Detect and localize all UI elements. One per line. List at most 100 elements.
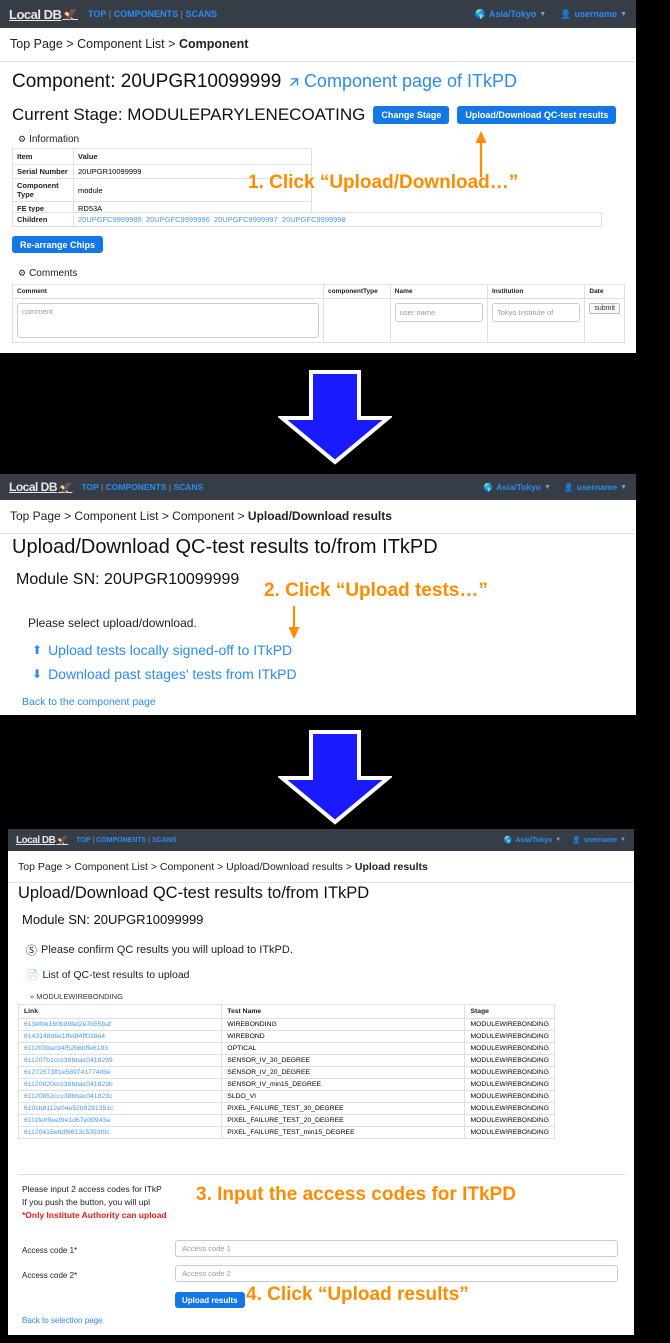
page-title: Component: 20UPGR10099999 xyxy=(12,71,281,93)
child-link-2[interactable]: 20UPGFC9999996 xyxy=(146,215,210,224)
cell-link: 6143148d6e1ffe9f4ff038e4 xyxy=(17,1030,223,1043)
cell-link: 6111fe09eef9e1d67e00943a xyxy=(17,1114,223,1127)
globe-icon: 🌎 xyxy=(474,8,487,19)
breadcrumb-upload-download[interactable]: Upload/Download results xyxy=(226,861,343,873)
submit-button[interactable]: submit xyxy=(589,303,620,314)
result-link[interactable]: 61120852ccc38bbac041823c xyxy=(24,1093,112,1100)
globe-icon: 🌎 xyxy=(483,482,494,492)
nav-link-components[interactable]: COMPONENTS xyxy=(96,837,146,844)
itkpd-component-link[interactable]: 🡭 Component page of ITkPD xyxy=(289,71,517,97)
result-link[interactable]: 610cb8112e04e52b9281351c xyxy=(24,1105,113,1112)
access-code-1-input[interactable]: Access code 1 xyxy=(175,1240,618,1257)
step1-arrow xyxy=(475,131,487,177)
app-logo[interactable]: Local DB 🦅 xyxy=(16,835,69,846)
group-label-modulewirebonding: » MODULEWIREBONDING xyxy=(30,992,123,1001)
table-row: 6111fe09eef9e1d67e00943a PIXEL_FAILURE_T… xyxy=(17,1114,555,1127)
upload-tests-label: Upload tests locally signed-off to ITkPD xyxy=(48,642,293,658)
breadcrumb-component-list[interactable]: Component List xyxy=(77,37,165,51)
nav-links: TOP | COMPONENTS | SCANS xyxy=(76,837,176,844)
result-link[interactable]: 6143148d6e1ffe9f4ff038e4 xyxy=(24,1033,105,1040)
nav-link-scans[interactable]: SCANS xyxy=(152,837,177,844)
change-stage-button[interactable]: Change Stage xyxy=(373,106,450,124)
nav-link-top[interactable]: TOP xyxy=(81,482,98,492)
comment-textarea[interactable]: comment xyxy=(17,303,320,338)
qc-results-table: Link Test Name Stage 613efde160bd9bd2e7b… xyxy=(17,1004,555,1139)
institution-input[interactable]: Tokyo Institute of xyxy=(491,303,581,322)
module-sn-value: 20UPGR10099999 xyxy=(93,912,204,927)
current-stage-value: MODULEPARYLENECOATING xyxy=(127,105,366,124)
breadcrumb-bar: Top Page > Component List > Component xyxy=(0,28,636,62)
nav-link-top[interactable]: TOP xyxy=(88,9,106,19)
breadcrumb-component[interactable]: Component xyxy=(160,861,214,873)
access-code-2-input[interactable]: Access code 2 xyxy=(175,1265,618,1282)
nav-link-scans[interactable]: SCANS xyxy=(174,482,204,492)
breadcrumb-top-page[interactable]: Top Page xyxy=(10,509,61,523)
list-section-label: List of QC-test results to upload xyxy=(42,969,190,981)
itkpd-link-label: Component page of ITkPD xyxy=(303,71,518,91)
component-title-row: Component: 20UPGR10099999 🡭 Component pa… xyxy=(12,71,517,97)
logo-text: Local DB xyxy=(9,480,58,494)
child-link-4[interactable]: 20UPGFC9999998 xyxy=(282,215,346,224)
result-link[interactable]: 61272573ff1e5897417740be xyxy=(24,1069,111,1076)
chevron-down-icon: ▼ xyxy=(620,837,626,843)
name-input[interactable]: user name xyxy=(394,303,483,322)
timezone-selector[interactable]: 🌎 Asia/Tokyo ▼ xyxy=(483,482,551,492)
user-label: username xyxy=(583,836,618,844)
app-logo[interactable]: Local DB 🦅 xyxy=(9,480,73,494)
app-logo[interactable]: Local DB 🦅 xyxy=(9,6,79,22)
file-icon: 📄 xyxy=(26,969,39,981)
cell-link: 610cb8112e04e52b9281351c xyxy=(17,1102,223,1115)
back-to-selection-link[interactable]: Back to selection page xyxy=(22,1316,103,1325)
nav-link-top[interactable]: TOP xyxy=(76,837,90,844)
upload-results-button[interactable]: Upload results xyxy=(175,1292,245,1308)
download-tests-label: Download past stages' tests from ITkPD xyxy=(48,666,297,682)
breadcrumb-component-list[interactable]: Component List xyxy=(74,861,148,873)
upload-download-qc-button[interactable]: Upload/Download QC-test results xyxy=(457,106,617,124)
breadcrumb-component-list[interactable]: Component List xyxy=(74,509,158,523)
cell-link: 6112039ac94f52b6bffe6193 xyxy=(17,1042,223,1055)
child-link-1[interactable]: 20UPGFC9999995 xyxy=(78,215,142,224)
cell-stage: MODULEWIREBONDING xyxy=(464,1018,555,1031)
rearrange-chips-button[interactable]: Re-arrange Chips xyxy=(12,236,104,253)
chevron-down-icon: ▼ xyxy=(555,837,562,843)
result-link[interactable]: 613efde160bd9bd2e7b55baf xyxy=(24,1021,111,1028)
breadcrumb-current: Upload/Download results xyxy=(247,509,392,523)
download-tests-link[interactable]: ⬇ Download past stages' tests from ITkPD xyxy=(32,666,297,682)
upload-tests-link[interactable]: ⬆ Upload tests locally signed-off to ITk… xyxy=(32,642,292,658)
result-link[interactable]: 6111fe09eef9e1d67e00943a xyxy=(24,1117,110,1124)
user-menu[interactable]: 👤 username ▼ xyxy=(564,482,627,492)
page-title-label: Component: xyxy=(12,71,116,92)
nav-separator: | xyxy=(92,836,95,844)
back-to-component-link[interactable]: Back to the component page xyxy=(22,696,156,708)
upload-icon: ⬆ xyxy=(32,643,43,657)
timezone-selector[interactable]: 🌎 Asia/Tokyo ▼ xyxy=(475,9,547,20)
table-row: 6112039ac94f52b6bffe6193 OPTICAL MODULEW… xyxy=(17,1042,555,1055)
cell-stage: MODULEWIREBONDING xyxy=(464,1066,555,1079)
user-menu[interactable]: 👤 username ▼ xyxy=(572,836,626,845)
breadcrumb-top-page[interactable]: Top Page xyxy=(10,37,63,51)
cell-test-name: SENSOR_IV_min15_DEGREE xyxy=(221,1078,466,1091)
nav-link-components[interactable]: COMPONENTS xyxy=(106,482,167,492)
breadcrumb-current: Upload results xyxy=(354,861,428,873)
result-link[interactable]: 6112039ac94f52b6bffe6193 xyxy=(24,1045,108,1052)
result-link[interactable]: 611207b1ccc38bbac0418239 xyxy=(24,1057,113,1064)
nav-link-scans[interactable]: SCANS xyxy=(185,9,217,19)
col-value: Value xyxy=(73,148,312,165)
cell-link: 61120415e8df6613c5393f0c xyxy=(17,1126,223,1139)
result-link[interactable]: 61120415e8df6613c5393f0c xyxy=(24,1129,110,1136)
result-link[interactable]: 61120820ccc38bbac041823b xyxy=(24,1081,113,1088)
child-link-3[interactable]: 20UPGFC9999997 xyxy=(214,215,278,224)
cell-date: submit xyxy=(584,298,625,343)
breadcrumb-component[interactable]: Component xyxy=(172,509,234,523)
user-menu[interactable]: 👤 username ▼ xyxy=(560,9,627,20)
timezone-selector[interactable]: 🌎 Asia/Tokyo ▼ xyxy=(503,836,562,845)
breadcrumb: Top Page > Component List > Component xyxy=(10,37,248,51)
cell-comment: comment xyxy=(11,298,325,343)
breadcrumb-bar: Top Page > Component List > Component > … xyxy=(0,500,636,534)
user-label: username xyxy=(574,9,618,19)
globe-icon: 🌎 xyxy=(503,837,513,844)
breadcrumb-top-page[interactable]: Top Page xyxy=(18,861,62,873)
module-sn-value: 20UPGR10099999 xyxy=(104,571,240,588)
nav-link-components[interactable]: COMPONENTS xyxy=(114,9,179,19)
table-row: 610cb8112e04e52b9281351c PIXEL_FAILURE_T… xyxy=(17,1102,555,1115)
